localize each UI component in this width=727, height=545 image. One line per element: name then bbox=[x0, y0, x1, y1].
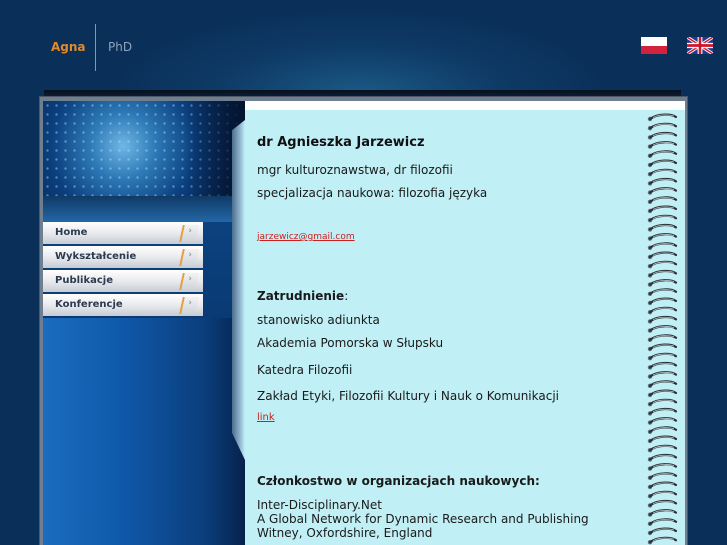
chevron-right-icon: › bbox=[188, 274, 192, 284]
menu-item-label: Wykształcenie bbox=[55, 251, 137, 262]
menu-item-label: Konferencje bbox=[55, 299, 123, 310]
menu-item-label: Publikacje bbox=[55, 275, 113, 286]
profile-degree: mgr kulturoznawstwa, dr filozofii bbox=[257, 163, 453, 177]
flag-red-band bbox=[641, 46, 667, 54]
organization-name: Inter-Disciplinary.Net bbox=[257, 498, 382, 512]
employment-heading-colon: : bbox=[344, 289, 349, 303]
menu-item-publikacje[interactable]: Publikacje › bbox=[43, 270, 203, 292]
employment-department: Katedra Filozofii bbox=[257, 363, 353, 377]
organization-location: Witney, Oxfordshire, England bbox=[257, 526, 433, 540]
employment-position: stanowisko adiunkta bbox=[257, 313, 380, 327]
employment-heading-text: Zatrudnienie bbox=[257, 289, 345, 303]
menu-item-konferencje[interactable]: Konferencje › bbox=[43, 294, 203, 316]
chevron-right-icon: › bbox=[188, 298, 192, 308]
institution-link[interactable]: link bbox=[257, 412, 275, 423]
menu-item-home[interactable]: Home › bbox=[43, 222, 203, 244]
brand-divider bbox=[95, 24, 96, 71]
organization-description: A Global Network for Dynamic Research an… bbox=[257, 512, 589, 526]
profile-name: dr Agnieszka Jarzewicz bbox=[257, 135, 425, 150]
employment-heading: Zatrudnienie: bbox=[257, 289, 348, 303]
chevron-right-icon: › bbox=[188, 226, 192, 236]
chevron-right-icon: › bbox=[188, 250, 192, 260]
polish-flag-icon[interactable] bbox=[641, 37, 667, 54]
header: Agna PhD bbox=[0, 0, 727, 90]
notebook-top-edge bbox=[245, 101, 685, 110]
email-link[interactable]: jarzewicz@gmail.com bbox=[257, 232, 355, 242]
menu-item-label: Home bbox=[55, 227, 88, 238]
employment-institution: Akademia Pomorska w Słupsku bbox=[257, 336, 444, 350]
menu-item-wyksztalcenie[interactable]: Wykształcenie › bbox=[43, 246, 203, 268]
notebook-page-curl bbox=[232, 120, 245, 460]
flag-white-band bbox=[641, 37, 667, 46]
membership-heading: Członkostwo w organizacjach naukowych: bbox=[257, 474, 540, 488]
sidebar-menu: Home › Wykształcenie › Publikacje › Konf… bbox=[43, 222, 203, 318]
brand-name[interactable]: Agna bbox=[51, 40, 86, 54]
profile-specialization: specjalizacja naukowa: filozofia języka bbox=[257, 186, 488, 200]
sidebar-lower-panel bbox=[43, 318, 245, 545]
sidebar-spacer bbox=[43, 196, 245, 222]
spiral-binding-icon bbox=[647, 113, 678, 545]
uk-flag-icon[interactable] bbox=[687, 37, 713, 54]
brand-suffix: PhD bbox=[108, 40, 133, 54]
employment-unit: Zakład Etyki, Filozofii Kultury i Nauk o… bbox=[257, 389, 559, 403]
sidebar-decorative-image bbox=[43, 101, 245, 196]
